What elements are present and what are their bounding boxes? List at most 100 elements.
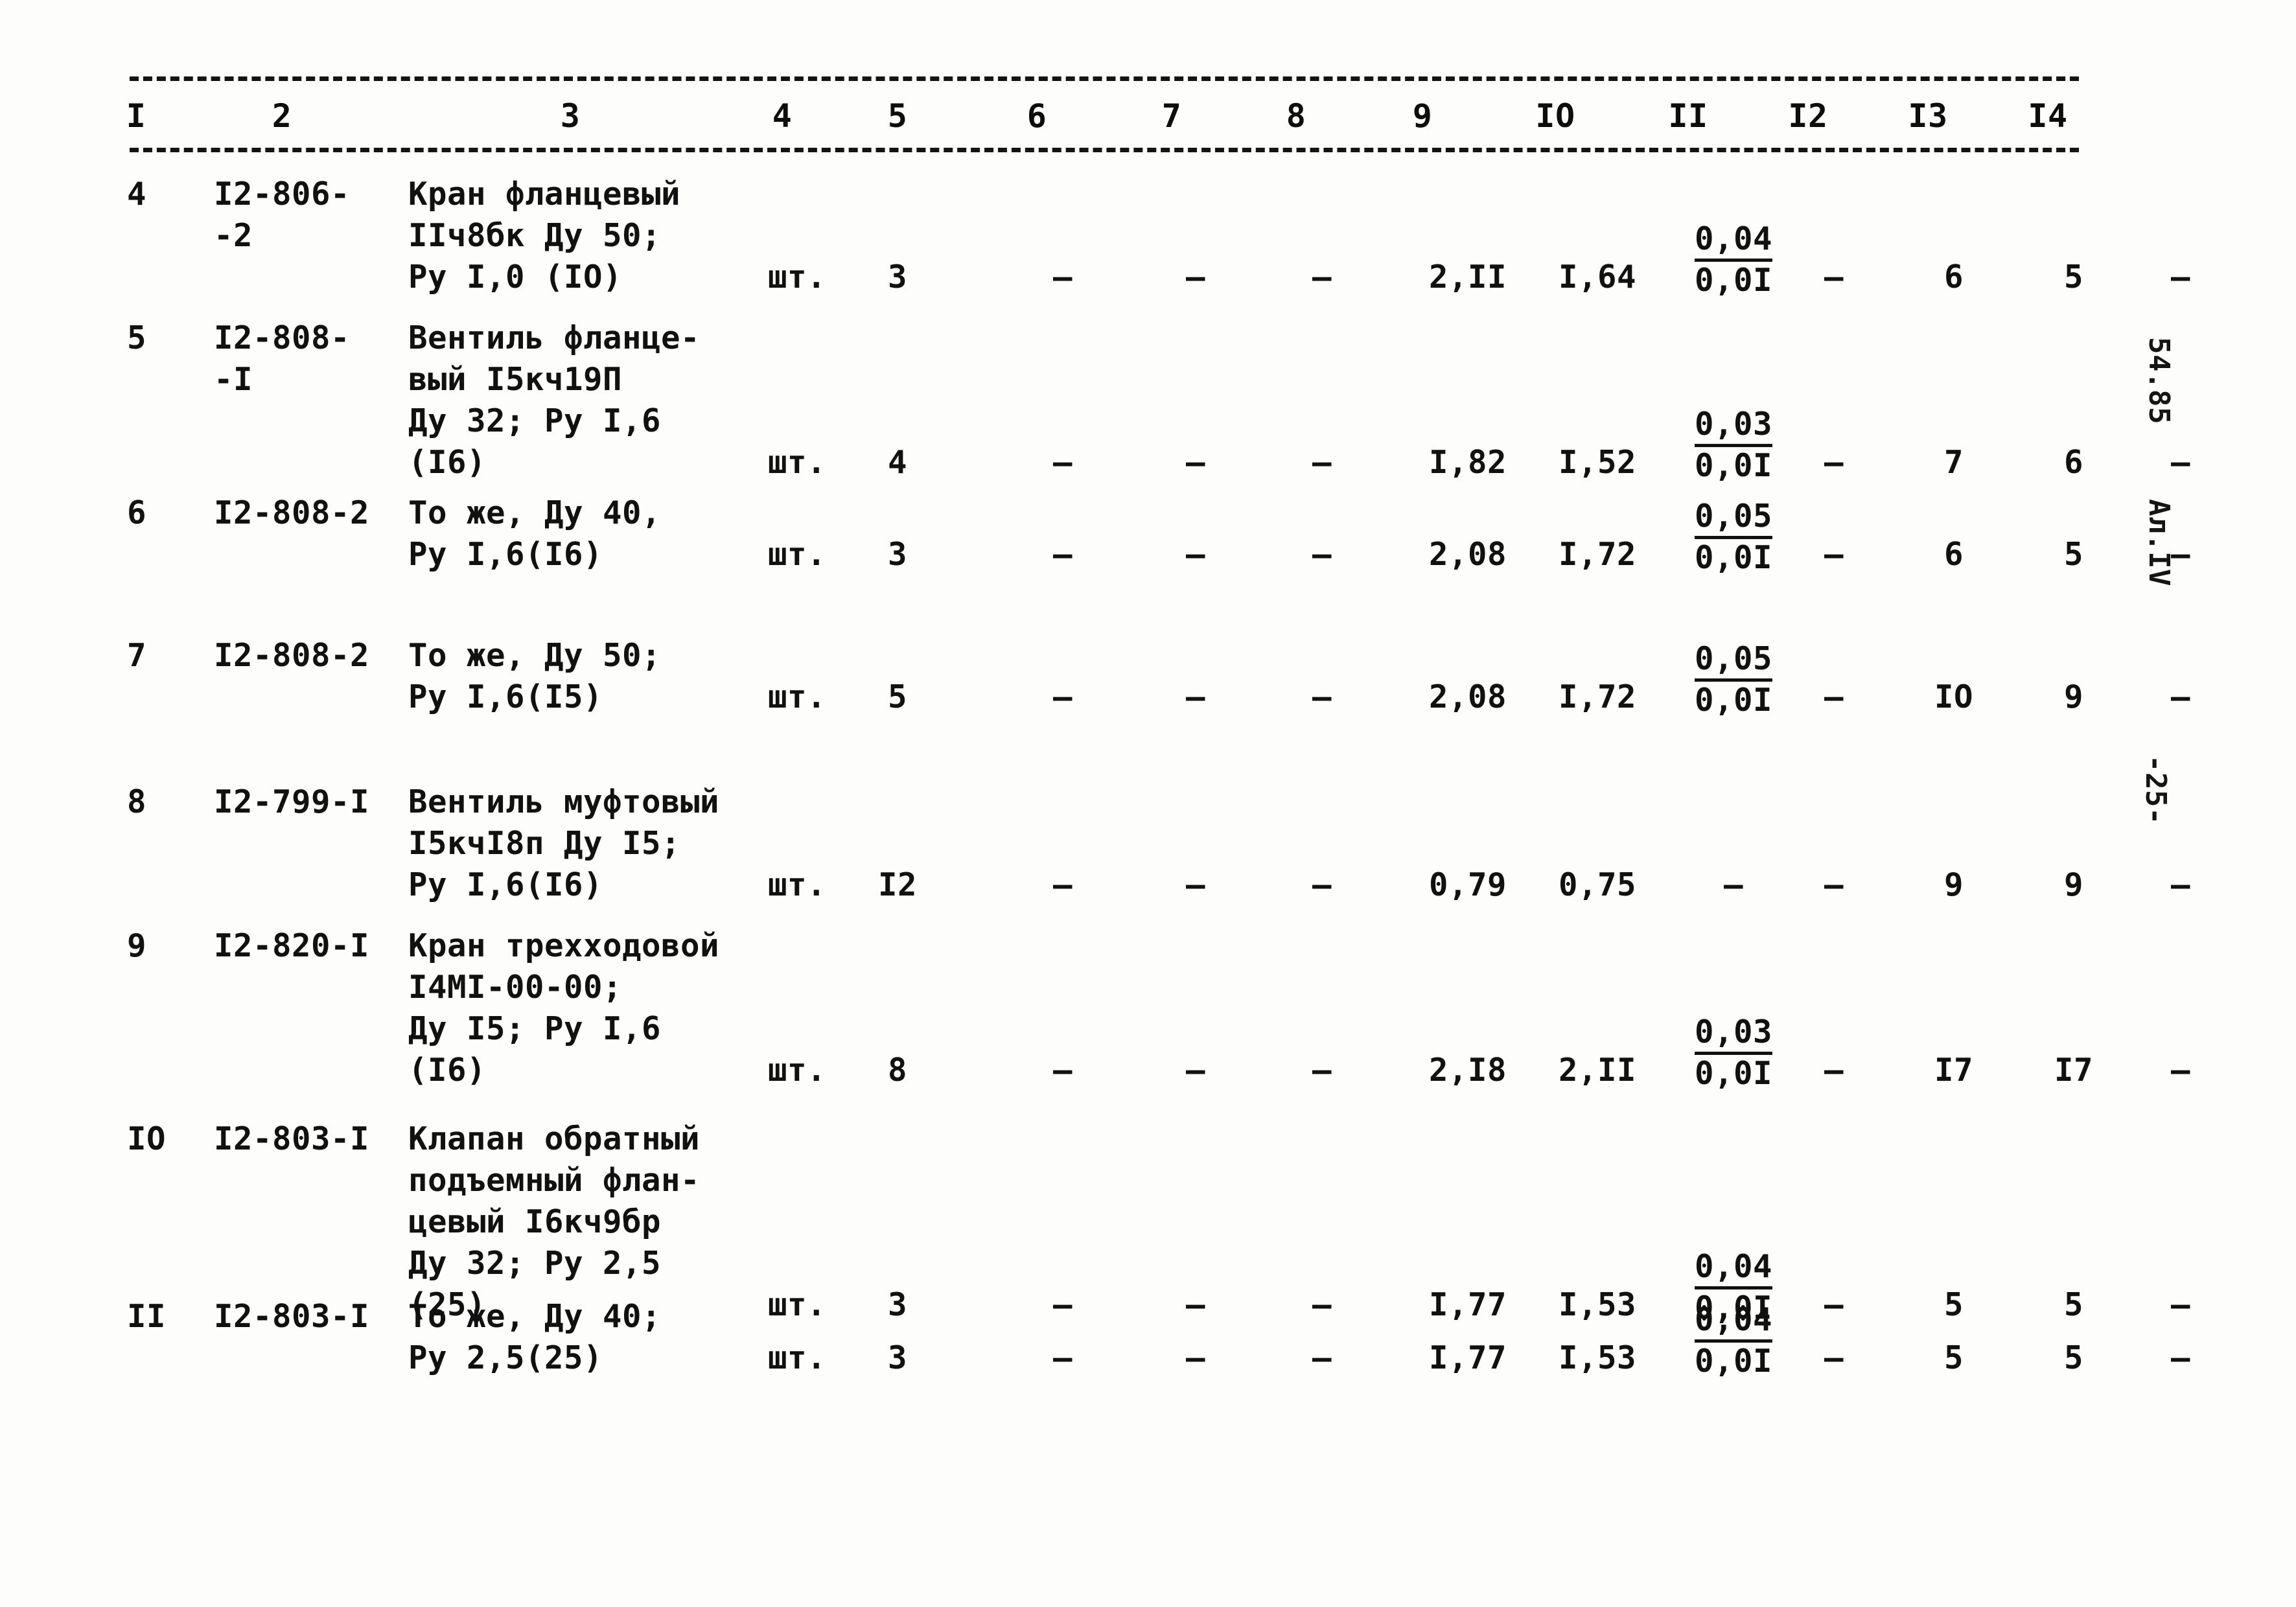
row-col13-value: 5 <box>1943 1339 1964 1376</box>
row-resource-code: I2-808-2 <box>214 494 370 531</box>
column-header-13: I3 <box>1908 97 1948 135</box>
row-description-line: То же, Ду 50; <box>408 637 662 674</box>
row-col6-value: – <box>1052 678 1073 715</box>
row-col10-value: 0,75 <box>1558 866 1636 903</box>
row-resource-code: I2-808- <box>214 319 351 356</box>
row-col8-value: – <box>1312 866 1332 903</box>
row-col7-value: – <box>1185 866 1205 903</box>
row-col9-value: 0,79 <box>1428 866 1507 903</box>
column-header-1: I <box>126 97 146 135</box>
row-description-line: Ру I,6(I6) <box>408 536 603 573</box>
row-col11-numerator: 0,05 <box>1694 498 1772 539</box>
row-col11-denominator: 0,0I <box>1694 1343 1772 1380</box>
row-item-number: 5 <box>127 319 147 356</box>
row-unit: шт. <box>768 1052 827 1089</box>
row-quantity: 3 <box>887 259 907 295</box>
row-description-line: (I6) <box>408 444 487 481</box>
margin-code: 54.85 <box>2142 337 2175 424</box>
row-trailing-dash: – <box>2170 444 2190 481</box>
row-item-number: 9 <box>127 927 147 964</box>
row-col6-value: – <box>1052 444 1073 481</box>
row-description-line: Ду 32; Ру I,6 <box>408 402 662 439</box>
row-col14-value: 5 <box>2063 536 2083 573</box>
table-row: 5 I2-808- -I Вентиль фланце-вый I5кч19П Ду 3… <box>0 318 2296 484</box>
row-col10-value: I,72 <box>1558 536 1636 573</box>
row-description-line: Вентиль фланце- <box>408 319 701 356</box>
row-col14-value: 5 <box>2063 259 2083 295</box>
row-col6-value: – <box>1052 1339 1073 1376</box>
row-description-line: Ру I,6(I5) <box>408 678 603 715</box>
row-description-line: (I6) <box>408 1052 487 1089</box>
row-col9-value: I,77 <box>1428 1339 1507 1376</box>
header-bottom-rule <box>130 148 2079 152</box>
row-description-line: I5кчI8п Ду I5; <box>408 825 681 862</box>
row-col13-value: IO <box>1934 678 1973 715</box>
row-resource-code: I2-808-2 <box>214 637 370 674</box>
row-resource-code-cont: -2 <box>214 217 253 254</box>
row-col13-value: I7 <box>1934 1052 1973 1089</box>
row-quantity: 5 <box>887 678 907 715</box>
row-col11-denominator: 0,0I <box>1694 1055 1772 1092</box>
row-col7-value: – <box>1185 1339 1205 1376</box>
row-col13-value: 7 <box>1943 444 1964 481</box>
row-col8-value: – <box>1312 259 1332 295</box>
row-description-line: вый I5кч19П <box>408 361 623 398</box>
row-col12-value: – <box>1824 1339 1844 1376</box>
row-col11-numerator: 0,04 <box>1694 1301 1772 1343</box>
header-top-rule <box>130 76 2079 81</box>
row-col6-value: – <box>1052 259 1073 295</box>
column-header-5: 5 <box>887 97 908 135</box>
column-header-8: 8 <box>1286 97 1306 135</box>
row-col7-value: – <box>1185 259 1205 295</box>
column-header-4: 4 <box>772 97 793 135</box>
row-col11-numerator: 0,03 <box>1694 1013 1772 1055</box>
row-resource-code: I2-803-I <box>214 1298 370 1335</box>
column-header-11: II <box>1668 97 1708 135</box>
row-resource-code: I2-806- <box>214 176 351 213</box>
row-item-number: 4 <box>127 176 147 213</box>
row-col11-fraction: 0,03 0,0I <box>1685 1013 1782 1094</box>
row-col13-value: 6 <box>1943 259 1964 295</box>
row-trailing-dash: – <box>2170 866 2190 903</box>
row-col11-fraction: 0,03 0,0I <box>1685 406 1782 487</box>
row-col12-value: – <box>1824 1052 1844 1089</box>
column-header-10: IO <box>1535 97 1575 135</box>
column-header-9: 9 <box>1412 97 1433 135</box>
column-header-2: 2 <box>272 97 292 135</box>
row-col11-value: – <box>1723 866 1743 903</box>
row-item-number: II <box>127 1298 167 1335</box>
row-trailing-dash: – <box>2170 1339 2190 1376</box>
row-col7-value: – <box>1185 536 1205 573</box>
table-row: 6 I2-808-2 То же, Ду 40, Ру I,6(I6) шт. 3 – – – 2… <box>0 492 2296 648</box>
row-col11-fraction: 0,04 0,0I <box>1685 1301 1782 1382</box>
row-quantity: 4 <box>887 444 907 481</box>
row-col7-value: – <box>1185 678 1205 715</box>
column-header-6: 6 <box>1026 97 1047 135</box>
table-row: 8 I2-799-I Вентиль муфтовый I5кчI8п Ду I5; Р… <box>0 781 2296 937</box>
table-row: 9 I2-820-I Кран трехходовой I4МI-00-00; Ду I… <box>0 925 2296 1092</box>
row-resource-code: I2-820-I <box>214 927 370 964</box>
row-description-line: подъемный флан- <box>408 1162 701 1199</box>
row-col8-value: – <box>1312 1339 1332 1376</box>
row-col12-value: – <box>1824 444 1844 481</box>
row-resource-code: I2-799-I <box>214 783 370 820</box>
row-col14-value: 9 <box>2063 678 2083 715</box>
row-col14-value: 9 <box>2063 866 2083 903</box>
row-col7-value: – <box>1185 444 1205 481</box>
row-col11-numerator: 0,04 <box>1694 1248 1772 1289</box>
row-description-line: Ру I,0 (IO) <box>408 259 623 295</box>
row-description-line: Кран фланцевый <box>408 176 681 213</box>
row-col6-value: – <box>1052 536 1073 573</box>
row-description-line: То же, Ду 40, <box>408 494 662 531</box>
row-col13-value: 9 <box>1943 866 1964 903</box>
row-col11-numerator: 0,03 <box>1694 406 1772 447</box>
row-col12-value: – <box>1824 259 1844 295</box>
row-col11-fraction: 0,04 0,0I <box>1685 220 1782 301</box>
row-description-line: IIч8бк Ду 50; <box>408 217 662 254</box>
row-col10-value: I,64 <box>1558 259 1636 295</box>
row-col13-value: 6 <box>1943 536 1964 573</box>
table-row: 4 I2-806- -2 Кран фланцевый IIч8бк Ду 50; Ру … <box>0 174 2296 329</box>
table-row: II I2-803-I То же, Ду 40; Ру 2,5(25) шт. 3 – – –… <box>0 1296 2296 1451</box>
row-description-line: То же, Ду 40; <box>408 1298 662 1335</box>
row-col9-value: I,82 <box>1428 444 1507 481</box>
